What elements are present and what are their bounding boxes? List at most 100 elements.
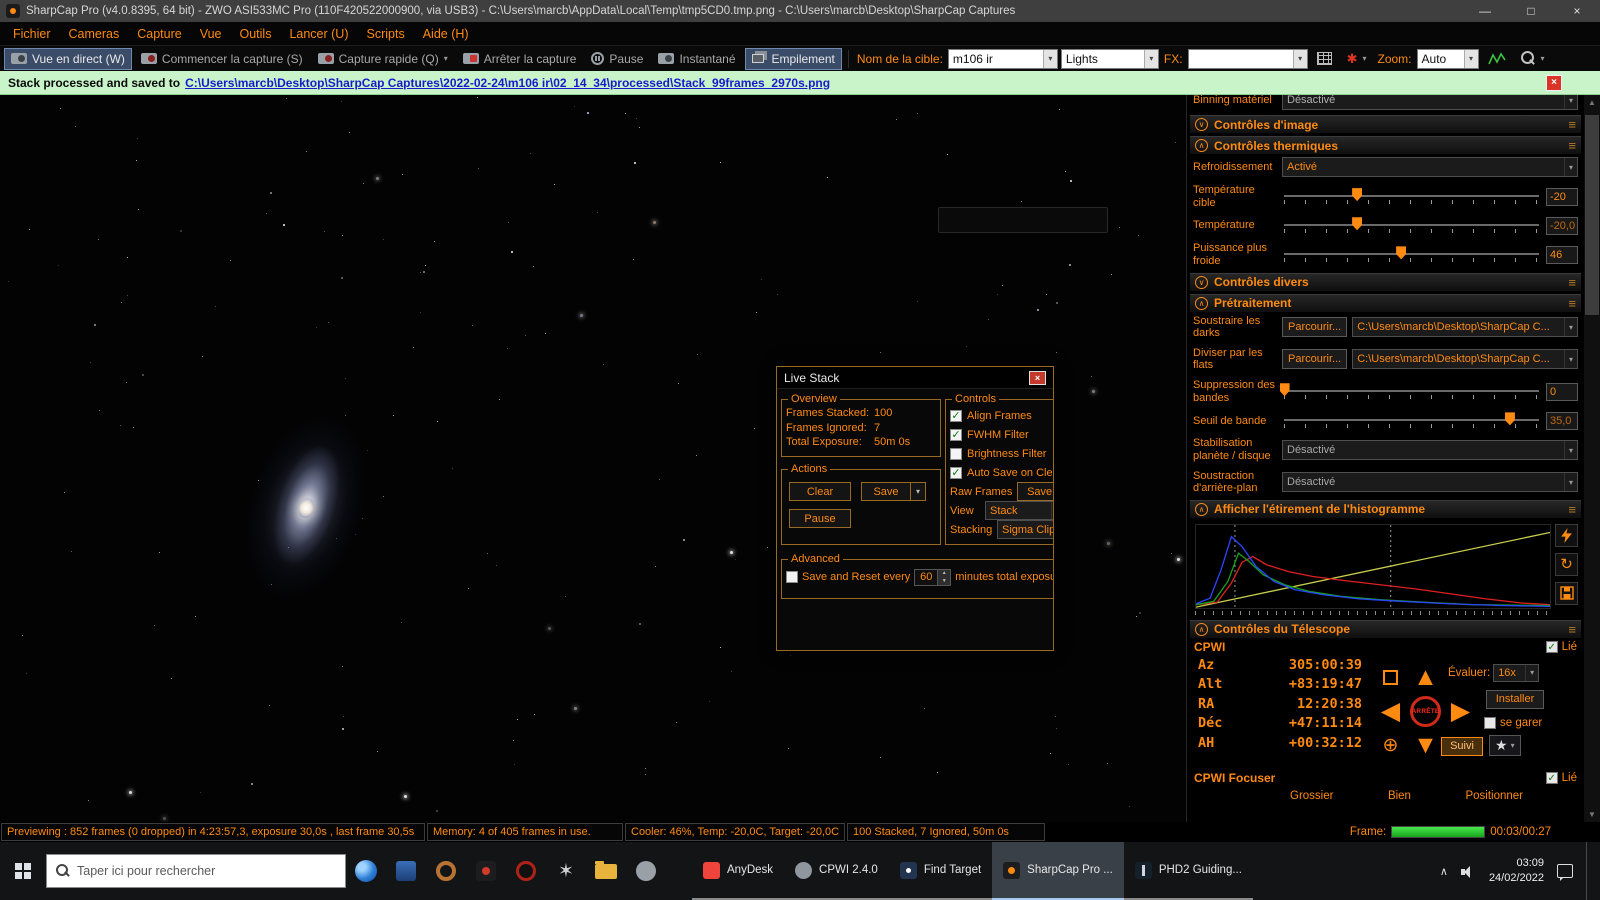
chevron-down-icon[interactable]: ▾: [1541, 54, 1545, 63]
chevron-down-icon[interactable]: ▾: [1525, 664, 1538, 681]
slew-down-button[interactable]: ▼: [1413, 733, 1438, 758]
chevron-down-icon[interactable]: ▾: [444, 54, 448, 63]
cooling-dropdown[interactable]: Activé ▾: [1282, 157, 1578, 177]
target-temp-slider[interactable]: [1282, 187, 1541, 206]
chevron-down-icon[interactable]: ▾: [1292, 49, 1307, 68]
linked-checkbox[interactable]: ✓: [1545, 641, 1558, 654]
focuser-position-label[interactable]: Positionner: [1465, 790, 1523, 802]
taskbar-app-sharpcap[interactable]: SharpCap Pro ...: [992, 842, 1124, 900]
checkbox[interactable]: [950, 447, 962, 460]
taskbar-app-anydesk[interactable]: AnyDesk: [692, 842, 785, 900]
frame-icon[interactable]: [1383, 670, 1398, 686]
taskbar-app-find-target[interactable]: Find Target: [888, 842, 993, 900]
browse-darks-button[interactable]: Parcourir...: [1282, 317, 1348, 338]
start-capture-button[interactable]: Commencer la capture (S): [135, 48, 309, 70]
slew-right-button[interactable]: ▶: [1451, 699, 1470, 724]
stacking-dropdown[interactable]: Sigma Clipp ▾: [997, 520, 1053, 539]
chevron-up-icon[interactable]: ∧: [1195, 296, 1208, 310]
banding-value[interactable]: 0: [1546, 382, 1578, 401]
spin-down-icon[interactable]: ▼: [938, 577, 951, 585]
section-menu-icon[interactable]: ≡: [1568, 138, 1576, 153]
live-view-button[interactable]: Vue en direct (W): [4, 47, 132, 70]
menu-item-vue[interactable]: Vue: [191, 25, 231, 43]
fx-combobox[interactable]: ▾: [1187, 48, 1308, 69]
menu-item-scripts[interactable]: Scripts: [358, 25, 414, 43]
zoom-combobox[interactable]: Auto ▾: [1416, 48, 1479, 69]
taskbar-pinned-icon-4[interactable]: [506, 851, 546, 891]
chevron-down-icon[interactable]: ▾: [1564, 473, 1577, 492]
minimize-button[interactable]: —: [1462, 0, 1508, 22]
stabilization-dropdown[interactable]: Désactivé ▾: [1282, 440, 1578, 461]
chevron-down-icon[interactable]: ▾: [1463, 49, 1478, 68]
section-telescope-controls[interactable]: ∧ Contrôles du Télescope ≡: [1190, 619, 1581, 639]
target-temp-value[interactable]: -20: [1546, 187, 1578, 206]
live-stack-title-bar[interactable]: Live Stack ×: [777, 367, 1053, 389]
section-preprocessing[interactable]: ∧ Prétraitement ≡: [1190, 293, 1581, 313]
panel-scrollbar[interactable]: ▲ ▼: [1584, 95, 1600, 822]
binning-dropdown[interactable]: Désactivé ▾: [1282, 95, 1578, 110]
temperature-slider[interactable]: [1282, 216, 1541, 235]
stack-button[interactable]: Empilement: [744, 47, 842, 70]
chevron-down-icon[interactable]: ∨: [1195, 275, 1208, 289]
chevron-down-icon[interactable]: ▾: [1564, 95, 1577, 109]
cooler-power-slider[interactable]: [1282, 245, 1541, 264]
chevron-down-icon[interactable]: ▾: [1362, 54, 1366, 63]
banding-slider[interactable]: [1279, 382, 1541, 401]
annotation-button[interactable]: ✱ ▾: [1341, 48, 1373, 70]
slew-up-button[interactable]: ▲: [1413, 665, 1438, 690]
chevron-up-icon[interactable]: ∧: [1195, 622, 1208, 636]
stop-slew-button[interactable]: ARRÊTE: [1410, 696, 1441, 728]
maximize-button[interactable]: □: [1508, 0, 1554, 22]
scroll-down-icon[interactable]: ▼: [1584, 807, 1600, 822]
scroll-up-icon[interactable]: ▲: [1584, 95, 1600, 110]
chevron-down-icon[interactable]: ∨: [1195, 118, 1208, 131]
taskbar-pinned-icon-3[interactable]: [466, 851, 506, 891]
install-button[interactable]: Installer: [1486, 689, 1544, 709]
background-subtraction-dropdown[interactable]: Désactivé ▾: [1282, 472, 1578, 493]
telescope-linked[interactable]: ✓ Lié: [1545, 641, 1577, 654]
auto-stretch-button[interactable]: [1555, 523, 1578, 547]
search-input[interactable]: [77, 864, 336, 878]
rate-dropdown[interactable]: 16x ▾: [1493, 663, 1540, 682]
checkbox[interactable]: ✓: [950, 409, 962, 422]
align-frames-checkbox-row[interactable]: ✓ Align Frames: [950, 406, 1053, 425]
taskbar-pinned-icon-1[interactable]: [386, 851, 426, 891]
linked-checkbox[interactable]: ✓: [1545, 772, 1558, 785]
speaker-icon[interactable]: [1460, 865, 1476, 878]
taskbar-icon-discord[interactable]: [626, 851, 666, 891]
section-thermal-controls[interactable]: ∧ Contrôles thermiques ≡: [1190, 136, 1581, 155]
taskbar-app-cpwi[interactable]: CPWI 2.4.0: [784, 842, 889, 900]
start-button[interactable]: [0, 842, 46, 900]
checkbox[interactable]: ✓: [950, 428, 962, 441]
view-dropdown[interactable]: Stack ▾: [985, 501, 1053, 520]
chevron-down-icon[interactable]: ▾: [1042, 49, 1057, 68]
chevron-down-icon[interactable]: ▾: [1051, 502, 1053, 519]
pause-stack-button[interactable]: Pause: [789, 509, 851, 528]
chevron-down-icon[interactable]: ▾: [1511, 741, 1515, 750]
show-desktop-button[interactable]: [1586, 842, 1592, 900]
brightness-filter-checkbox-row[interactable]: Brightness Filter: [950, 444, 1053, 463]
save-button[interactable]: Save: [861, 482, 911, 501]
quick-capture-button[interactable]: Capture rapide (Q) ▾: [312, 48, 454, 70]
taskbar-icon-explorer[interactable]: [586, 851, 626, 891]
chevron-down-icon[interactable]: ▾: [1564, 158, 1577, 176]
interval-spinner[interactable]: 60 ▲ ▼: [914, 568, 952, 586]
auto-save-checkbox-row[interactable]: ✓ Auto Save on Clea: [950, 463, 1053, 482]
save-stack-button[interactable]: Save St: [1017, 482, 1053, 501]
target-name-combobox[interactable]: m106 ir ▾: [947, 48, 1058, 69]
focuser-fine-label[interactable]: Bien: [1388, 790, 1411, 802]
close-button[interactable]: ×: [1554, 0, 1600, 22]
menu-item-cameras[interactable]: Cameras: [60, 25, 129, 43]
flats-path-dropdown[interactable]: C:\Users\marcb\Desktop\SharpCap C... ▾: [1352, 349, 1578, 370]
spin-up-icon[interactable]: ▲: [938, 569, 951, 577]
notification-close-button[interactable]: ×: [1546, 74, 1562, 91]
section-menu-icon[interactable]: ≡: [1568, 296, 1576, 311]
reset-stretch-button[interactable]: ↻: [1555, 552, 1578, 576]
stop-capture-button[interactable]: Arrêter la capture: [457, 48, 583, 70]
taskbar-pinned-icon-2[interactable]: [426, 851, 466, 891]
section-histogram[interactable]: ∧ Afficher l'étirement de l'histogramme …: [1190, 499, 1581, 519]
save-stretch-button[interactable]: [1555, 581, 1578, 605]
pause-button[interactable]: Pause: [585, 48, 649, 70]
frame-type-combobox[interactable]: Lights ▾: [1060, 48, 1159, 69]
dialog-close-button[interactable]: ×: [1029, 370, 1046, 385]
